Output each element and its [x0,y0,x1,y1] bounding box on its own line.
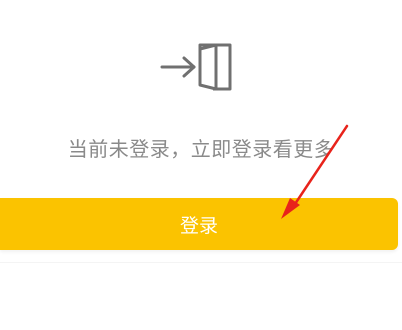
login-required-screen: 当前未登录，立即登录看更多 登录 [0,0,402,330]
login-door-icon [160,43,232,91]
divider [0,262,402,263]
login-button[interactable]: 登录 [0,198,398,250]
login-prompt-text: 当前未登录，立即登录看更多 [67,137,335,161]
